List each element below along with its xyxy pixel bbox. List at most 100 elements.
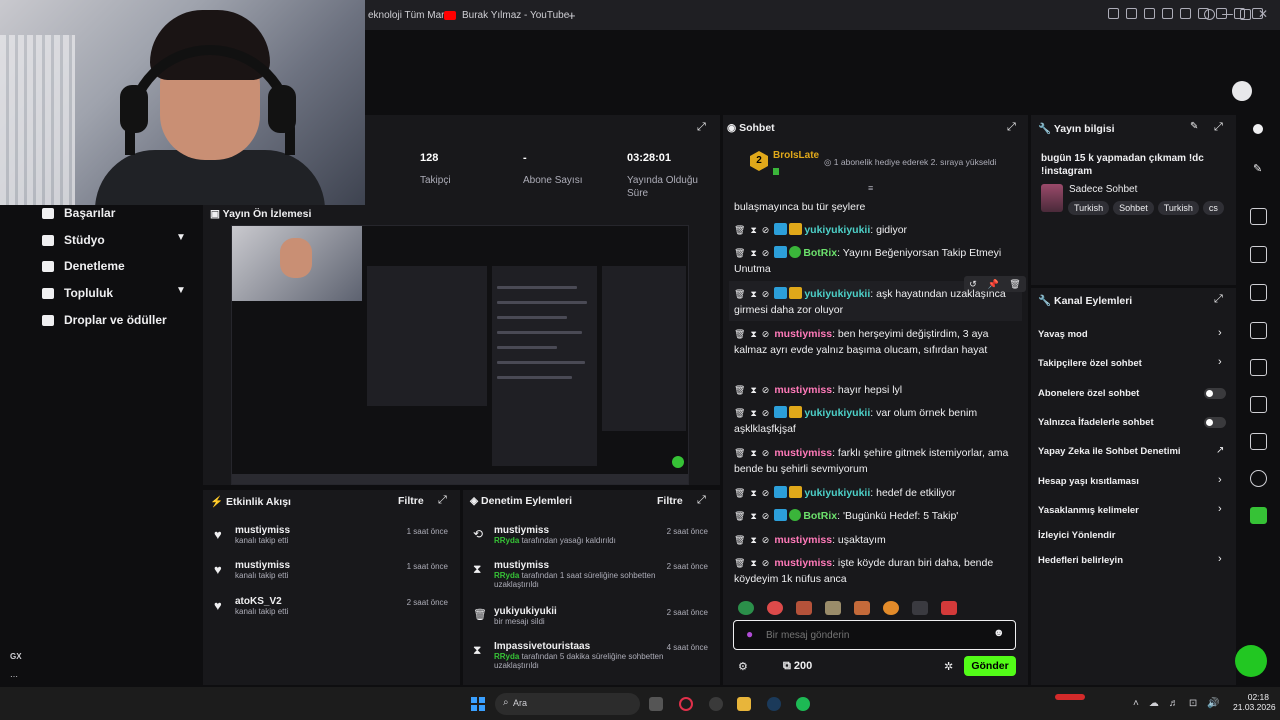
timeout-icon[interactable]: ⧗ <box>750 245 756 261</box>
wrench-icon[interactable] <box>1250 433 1267 450</box>
taskbar-search[interactable]: Ara <box>495 693 640 715</box>
chat-username[interactable]: mustiymiss <box>774 328 832 340</box>
timeout-icon[interactable]: ⧗ <box>750 485 756 501</box>
chat-input[interactable] <box>766 627 986 643</box>
expand-icon[interactable]: ⤢ <box>1214 293 1223 306</box>
ban-icon[interactable]: ⊘ <box>762 445 770 461</box>
search-icon[interactable] <box>1204 9 1215 20</box>
spotify-icon[interactable] <box>796 697 810 711</box>
chat-username[interactable]: yukiyukiyukii <box>804 288 870 300</box>
close-icon[interactable]: ✕ <box>1258 8 1269 20</box>
list-icon[interactable] <box>1250 396 1267 413</box>
moderation-filter-button[interactable]: Filtre <box>657 495 683 507</box>
chat-username[interactable]: mustiymiss <box>774 534 832 546</box>
heart-icon[interactable] <box>1180 8 1191 19</box>
chat-username[interactable]: BotRix <box>803 510 837 522</box>
floating-action-button[interactable] <box>1235 645 1267 677</box>
broadcast-icon[interactable] <box>1250 359 1267 376</box>
maximize-icon[interactable] <box>1240 9 1251 20</box>
trash-icon[interactable]: 🗑 <box>734 532 745 548</box>
mod-actor[interactable]: RRyda <box>494 652 519 661</box>
trash-icon[interactable]: 🗑 <box>734 405 745 421</box>
tag[interactable]: Turkish <box>1157 201 1199 215</box>
info-icon[interactable] <box>1253 124 1263 134</box>
chat-username[interactable]: yukiyukiyukii <box>804 407 870 419</box>
bolt-icon[interactable] <box>1250 246 1267 263</box>
nav-community[interactable]: Topluluk <box>42 283 113 303</box>
play-icon[interactable] <box>1162 8 1173 19</box>
emote-icon[interactable] <box>854 601 870 615</box>
emote-icon[interactable] <box>883 601 899 615</box>
emote-only-toggle[interactable] <box>1204 417 1226 428</box>
stream-preview-image[interactable] <box>231 225 689 485</box>
trash-icon[interactable]: 🗑 <box>734 222 745 238</box>
clip-icon[interactable] <box>1250 507 1267 524</box>
expand-icon[interactable]: ⤢ <box>697 121 706 134</box>
ban-icon[interactable]: ⊘ <box>762 326 770 342</box>
chat-username[interactable]: BotRix <box>803 247 837 259</box>
trash-icon[interactable]: 🗑 <box>734 445 745 461</box>
activity-filter-button[interactable]: Filtre <box>398 495 424 507</box>
document-icon[interactable] <box>1250 284 1267 301</box>
more-icon[interactable]: ⋯ <box>10 672 18 681</box>
chevron-right-icon[interactable]: › <box>1218 503 1222 515</box>
emote-icon[interactable] <box>912 601 928 615</box>
tag[interactable]: Sohbet <box>1113 201 1154 215</box>
ban-icon[interactable]: ⊘ <box>762 286 770 302</box>
timeout-icon[interactable]: ⧗ <box>750 286 756 302</box>
chevron-right-icon[interactable]: › <box>1218 327 1222 339</box>
ban-icon[interactable]: ⊘ <box>762 222 770 238</box>
chat-username[interactable]: mustiymiss <box>774 447 832 459</box>
timeout-icon[interactable]: ⧗ <box>750 445 756 461</box>
activity-user[interactable]: atoKS_V2 <box>235 596 288 607</box>
minimize-icon[interactable] <box>1222 14 1233 15</box>
browser-tab-1[interactable]: eknoloji Tüm Mar <box>368 6 445 24</box>
trash-icon[interactable]: 🗑 <box>734 382 745 398</box>
timeout-icon[interactable]: ⧗ <box>750 326 756 342</box>
nav-moderation[interactable]: Denetleme <box>42 256 125 276</box>
chevron-down-icon[interactable]: ▼ <box>176 285 186 296</box>
mod-actor[interactable]: RRyda <box>494 571 519 580</box>
pencil-icon[interactable]: ✎ <box>1253 162 1262 175</box>
action-raid[interactable]: İzleyici Yönlendir <box>1038 530 1115 541</box>
timeout-icon[interactable]: ⧗ <box>750 405 756 421</box>
emote-icon[interactable] <box>738 601 754 615</box>
action-banned-words[interactable]: Yasaklanmış kelimeler <box>1038 505 1139 516</box>
chevron-down-icon[interactable]: ▼ <box>176 232 186 243</box>
subscribers-only-toggle[interactable] <box>1204 388 1226 399</box>
trash-icon[interactable]: 🗑 <box>734 485 745 501</box>
share-icon[interactable] <box>1144 8 1155 19</box>
gear-icon[interactable]: ✲ <box>944 660 953 673</box>
user-avatar[interactable] <box>1232 81 1252 101</box>
trash-icon[interactable]: 🗑 <box>734 326 745 342</box>
chat-input-box[interactable]: ● ☻ <box>733 620 1016 650</box>
emote-icon[interactable] <box>767 601 783 615</box>
clock[interactable]: 02:18 21.03.2026 <box>1233 692 1276 712</box>
expand-icon[interactable]: ⤢ <box>697 494 706 507</box>
send-button[interactable]: Gönder <box>964 656 1016 676</box>
category-thumbnail[interactable] <box>1041 184 1063 212</box>
mod-user[interactable]: mustiymiss <box>494 525 654 536</box>
ban-icon[interactable]: ⊘ <box>762 508 770 524</box>
mic-icon[interactable]: ● <box>746 627 753 641</box>
mod-user[interactable]: mustiymiss <box>494 560 669 571</box>
windows-start-icon[interactable] <box>471 697 485 711</box>
timeout-icon[interactable]: ⧗ <box>750 508 756 524</box>
external-link-icon[interactable]: ↗ <box>1216 445 1224 456</box>
chevron-right-icon[interactable]: › <box>1218 356 1222 368</box>
category-name[interactable]: Sadece Sohbet <box>1069 184 1137 195</box>
chevron-right-icon[interactable]: › <box>1218 474 1222 486</box>
ban-icon[interactable]: ⊘ <box>762 532 770 548</box>
opera-gx-icon[interactable] <box>679 697 693 711</box>
chat-username[interactable]: yukiyukiyukii <box>804 224 870 236</box>
chat-username[interactable]: mustiymiss <box>774 557 832 569</box>
system-tray-icons[interactable]: ˄☁♬⊡🔊 <box>1133 698 1230 709</box>
timeout-icon[interactable]: ⧗ <box>750 532 756 548</box>
chat-bubble-icon[interactable] <box>1250 322 1267 339</box>
chat-username[interactable]: mustiymiss <box>774 384 832 396</box>
trash-icon[interactable]: 🗑 <box>734 245 745 261</box>
emote-icon[interactable] <box>796 601 812 615</box>
ban-icon[interactable]: ⊘ <box>762 405 770 421</box>
action-emote-only[interactable]: Yalnızca İfadelerle sohbet <box>1038 417 1154 428</box>
expand-icon[interactable]: ⤢ <box>438 494 447 507</box>
